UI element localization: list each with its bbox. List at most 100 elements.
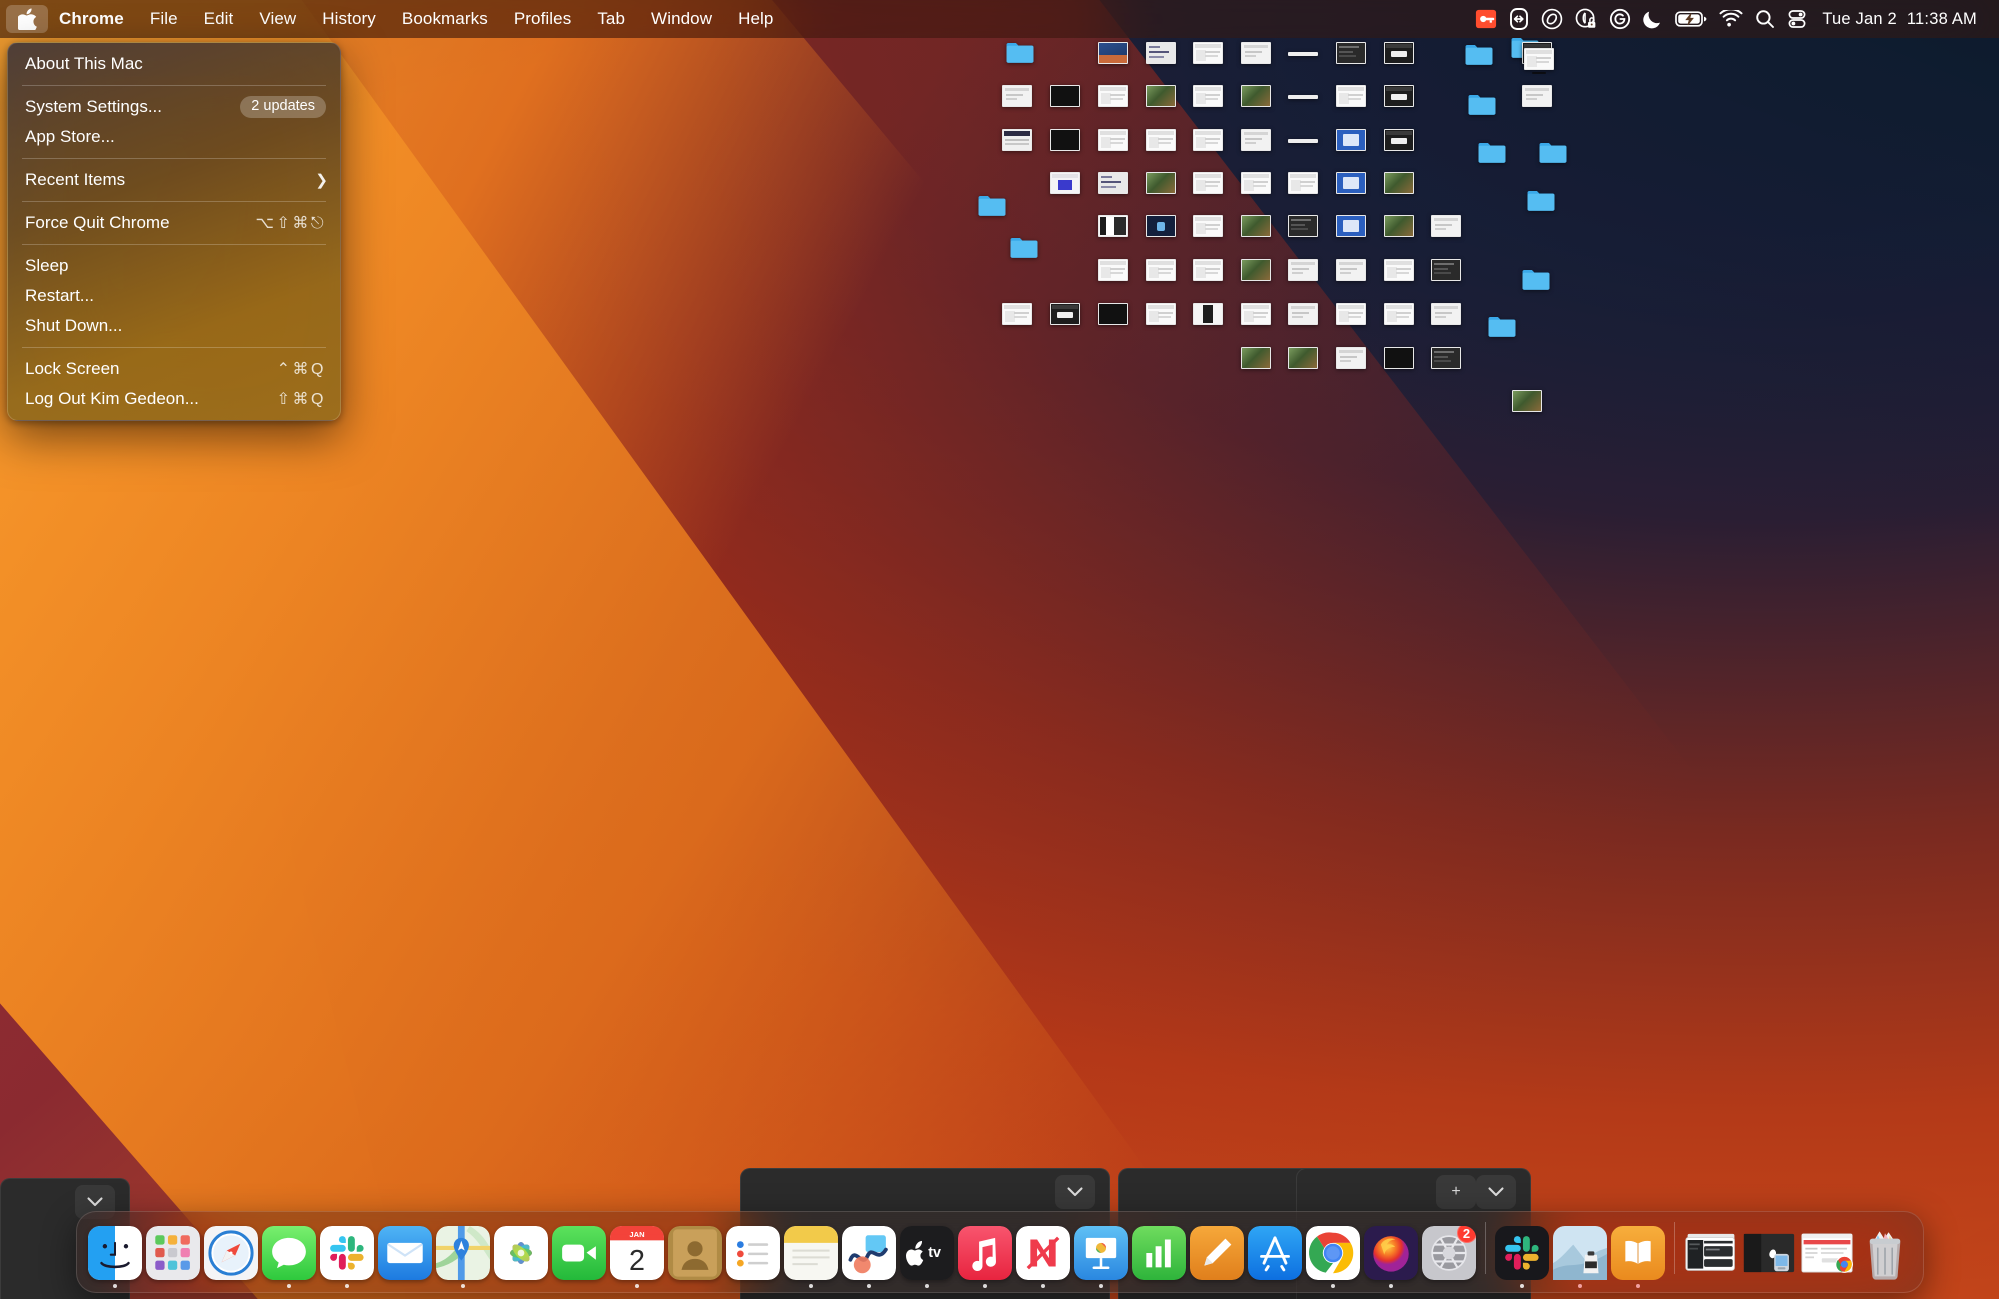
chevron-down-icon[interactable] xyxy=(1476,1175,1516,1209)
dock-item-freeform[interactable] xyxy=(840,1226,898,1288)
desktop-folder[interactable] xyxy=(1470,314,1534,340)
dock-minimized-window-dark[interactable] xyxy=(1740,1226,1798,1288)
desktop-folder[interactable] xyxy=(1521,140,1585,166)
menu-window[interactable]: Window xyxy=(638,5,725,33)
wifi-icon[interactable] xyxy=(1714,5,1748,33)
desktop-screenshot-file[interactable] xyxy=(1367,129,1431,153)
grammarly-icon[interactable] xyxy=(1604,5,1636,33)
dock-item-apple-tv[interactable]: tv xyxy=(898,1226,956,1288)
desktop-screenshot-file[interactable] xyxy=(1367,172,1431,196)
apple-menu-item-restart[interactable]: Restart... xyxy=(8,281,340,311)
menu-app-name[interactable]: Chrome xyxy=(48,5,137,33)
desktop-folder[interactable] xyxy=(1509,188,1573,214)
desktop-screenshot-file-selected[interactable] xyxy=(1507,48,1571,74)
apple-menu-item-recent-items[interactable]: Recent Items❯ xyxy=(8,165,340,195)
dock-item-firefox[interactable] xyxy=(1362,1226,1420,1288)
dock-item-news[interactable] xyxy=(1014,1226,1072,1288)
dock-item-photos[interactable] xyxy=(492,1226,550,1288)
dock-item-app-store[interactable] xyxy=(1246,1226,1304,1288)
dock[interactable]: JAN2 tv 2 xyxy=(76,1211,1924,1293)
desktop-folder[interactable] xyxy=(992,235,1056,261)
dock-minimized-window-notion[interactable] xyxy=(1682,1226,1740,1288)
screenshot-thumbnail-icon xyxy=(1050,129,1080,151)
desktop-screenshot-file[interactable] xyxy=(1505,85,1569,109)
screenshot-thumbnail-icon xyxy=(1146,303,1176,325)
menu-tab[interactable]: Tab xyxy=(584,5,638,33)
menu-bar-clock[interactable]: Tue Jan 2 11:38 AM xyxy=(1814,10,1985,29)
dock-item-system-settings[interactable]: 2 xyxy=(1420,1226,1478,1288)
menu-profiles[interactable]: Profiles xyxy=(501,5,585,33)
dock-running-indicator xyxy=(287,1284,291,1288)
screenshot-thumbnail-icon xyxy=(1241,303,1271,325)
dock-item-finder[interactable] xyxy=(86,1226,144,1288)
desktop-folder[interactable] xyxy=(960,193,1024,219)
1password-icon[interactable] xyxy=(1470,5,1502,33)
apple-menu-item-sleep[interactable]: Sleep xyxy=(8,251,340,281)
desktop-screenshot-file[interactable] xyxy=(1414,303,1478,327)
screenshot-thumbnail-icon xyxy=(1193,172,1223,194)
screenshot-thumbnail-icon xyxy=(1050,303,1080,325)
menu-item-label: Sleep xyxy=(25,256,68,276)
desktop-folder[interactable] xyxy=(1460,140,1524,166)
desktop-screenshot-file[interactable] xyxy=(1414,215,1478,239)
do-not-disturb-moon-icon[interactable] xyxy=(1638,5,1668,33)
menu-view[interactable]: View xyxy=(246,5,309,33)
vpn-lock-icon[interactable] xyxy=(1570,5,1602,33)
dock-item-preview-recent[interactable] xyxy=(1551,1226,1609,1288)
shuttle-icon[interactable] xyxy=(1504,5,1534,33)
apple-menu-button[interactable] xyxy=(6,5,48,33)
menu-history[interactable]: History xyxy=(309,5,389,33)
dock-running-indicator xyxy=(983,1284,987,1288)
dock-item-numbers[interactable] xyxy=(1130,1226,1188,1288)
menu-edit[interactable]: Edit xyxy=(191,5,247,33)
dock-item-messages[interactable] xyxy=(260,1226,318,1288)
dock-item-contacts[interactable] xyxy=(666,1226,724,1288)
dock-item-books-recent[interactable] xyxy=(1609,1226,1667,1288)
desktop-screenshot-file[interactable] xyxy=(1414,259,1478,283)
dock-item-slack-recent[interactable] xyxy=(1493,1226,1551,1288)
menu-help[interactable]: Help xyxy=(725,5,786,33)
apple-menu-item-shut-down[interactable]: Shut Down... xyxy=(8,311,340,341)
apple-menu-item-about-this-mac[interactable]: About This Mac xyxy=(8,49,340,79)
new-tab-button[interactable]: + xyxy=(1436,1175,1476,1209)
dock-item-notes[interactable] xyxy=(782,1226,840,1288)
apple-menu-item-force-quit-chrome[interactable]: Force Quit Chrome⌥⇧⌘⎋ xyxy=(8,208,340,238)
battery-charging-icon[interactable] xyxy=(1670,5,1712,33)
screenshot-thumbnail-icon xyxy=(1384,85,1414,107)
apple-menu-item-app-store[interactable]: App Store... xyxy=(8,122,340,152)
chevron-down-icon[interactable] xyxy=(1055,1175,1095,1209)
dock-item-mail[interactable] xyxy=(376,1226,434,1288)
apple-menu-item-log-out-kim-gedeon[interactable]: Log Out Kim Gedeon...⇧⌘Q xyxy=(8,384,340,414)
menu-file[interactable]: File xyxy=(137,5,191,33)
apple-menu-dropdown[interactable]: About This Mac System Settings...2 update… xyxy=(7,42,341,421)
dock-item-keynote[interactable] xyxy=(1072,1226,1130,1288)
dock-item-trash[interactable] xyxy=(1856,1226,1914,1288)
dock-item-calendar[interactable]: JAN2 xyxy=(608,1226,666,1288)
dock-item-music[interactable] xyxy=(956,1226,1014,1288)
dock-minimized-window-chrome[interactable] xyxy=(1798,1226,1856,1288)
apple-menu-item-system-settings[interactable]: System Settings...2 updates xyxy=(8,92,340,122)
creative-cloud-icon[interactable] xyxy=(1536,5,1568,33)
spotlight-search-icon[interactable] xyxy=(1750,5,1780,33)
desktop-screenshot-file[interactable] xyxy=(1367,42,1431,66)
screenshot-thumbnail-icon xyxy=(1431,215,1461,237)
menu-bookmarks[interactable]: Bookmarks xyxy=(389,5,501,33)
dock-running-indicator xyxy=(1767,1284,1771,1288)
dock-item-safari[interactable] xyxy=(202,1226,260,1288)
desktop-screenshot-file[interactable] xyxy=(1367,85,1431,109)
control-center-icon[interactable] xyxy=(1782,5,1812,33)
desktop-screenshot-file[interactable] xyxy=(1414,347,1478,371)
dock-item-slack[interactable] xyxy=(318,1226,376,1288)
dock-item-google-chrome[interactable] xyxy=(1304,1226,1362,1288)
desktop-folder[interactable] xyxy=(1504,267,1568,293)
desktop-screenshot-file[interactable] xyxy=(1495,390,1559,414)
dock-item-reminders[interactable] xyxy=(724,1226,782,1288)
dock-item-launchpad[interactable] xyxy=(144,1226,202,1288)
apple-menu-item-lock-screen[interactable]: Lock Screen⌃⌘Q xyxy=(8,354,340,384)
dock-item-maps[interactable] xyxy=(434,1226,492,1288)
desktop-folder[interactable] xyxy=(988,40,1052,66)
dock-item-facetime[interactable] xyxy=(550,1226,608,1288)
dock-item-pages[interactable] xyxy=(1188,1226,1246,1288)
screenshot-thumbnail-icon xyxy=(1336,85,1366,107)
screenshot-thumbnail-icon xyxy=(1431,347,1461,369)
